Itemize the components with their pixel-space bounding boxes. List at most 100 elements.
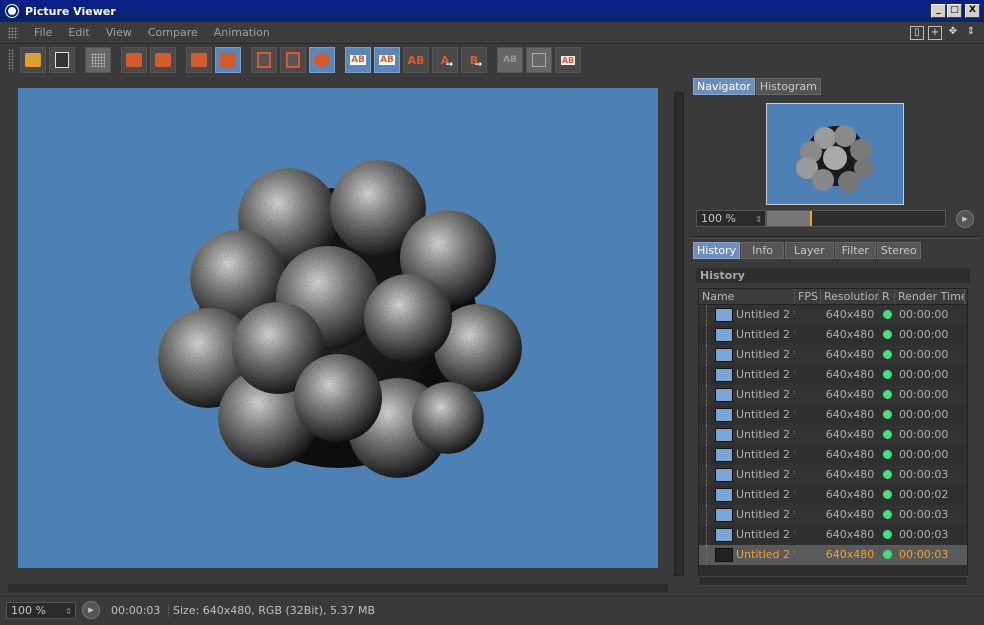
history-row[interactable]: Untitled 2 * 640x480 00:00:00 [699, 345, 967, 365]
navigator-preview[interactable] [766, 103, 904, 205]
navigator-zoom-slider[interactable] [766, 210, 946, 227]
toolbar-grip-icon[interactable] [8, 49, 14, 71]
spinner-icon[interactable]: ⇕ [65, 604, 72, 619]
save-button[interactable] [49, 47, 75, 73]
history-section-header[interactable]: History [696, 268, 970, 283]
history-row-render-time: 00:00:03 [899, 468, 949, 481]
tab-layer[interactable]: Layer [784, 242, 834, 259]
navigator-zoom-input[interactable]: 100 % ⇕ [696, 210, 766, 227]
history-row[interactable]: Untitled 2 * 640x480 00:00:00 [699, 365, 967, 385]
column-r[interactable]: R [879, 289, 895, 304]
region-render-button[interactable] [251, 47, 277, 73]
interactive-render-button[interactable] [309, 47, 335, 73]
tab-navigator[interactable]: Navigator [693, 78, 755, 95]
ab-split-button[interactable]: AB [497, 47, 523, 73]
history-row-name: Untitled 2 * [699, 445, 795, 465]
set-a-button[interactable]: A → [432, 47, 458, 73]
ab-swap-button[interactable]: AB [403, 47, 429, 73]
filter-button[interactable] [85, 47, 111, 73]
render-thumbnail [715, 328, 733, 342]
panel-divider[interactable] [690, 236, 980, 239]
history-table-header: Name FPS Resolution R Render Time [699, 289, 967, 305]
ab-compare-button[interactable]: AB [345, 47, 371, 73]
history-row-status [879, 505, 895, 525]
viewer-horizontal-scrollbar[interactable] [8, 584, 668, 592]
column-render-time[interactable]: Render Time [895, 289, 965, 304]
menu-edit[interactable]: Edit [60, 26, 97, 39]
history-row-fps [795, 425, 821, 445]
set-b-button[interactable]: B → [461, 47, 487, 73]
history-row[interactable]: Untitled 2 * 640x480 00:00:02 [699, 485, 967, 505]
history-row[interactable]: Untitled 2 * 640x480 00:00:00 [699, 305, 967, 325]
view-region-button[interactable] [280, 47, 306, 73]
zoom-slider-handle[interactable] [809, 211, 812, 226]
history-row-fps [795, 525, 821, 545]
panel-layout-icon[interactable]: ▯ [910, 26, 924, 40]
history-row-name: Untitled 2 * [699, 325, 795, 345]
resize-panel-icon[interactable]: ⇕ [964, 26, 978, 40]
history-row[interactable]: Untitled 2 * 640x480 00:00:03 [699, 465, 967, 485]
tab-stereo[interactable]: Stereo [876, 242, 921, 259]
ab-grid-button[interactable] [526, 47, 552, 73]
history-row[interactable]: Untitled 2 * 640x480 00:00:00 [699, 425, 967, 445]
history-row[interactable]: Untitled 2 * 640x480 00:00:00 [699, 445, 967, 465]
history-row[interactable]: Untitled 2 * 640x480 00:00:03 [699, 505, 967, 525]
clear-button[interactable] [215, 47, 241, 73]
tab-info[interactable]: Info [741, 242, 784, 259]
image-viewport[interactable] [4, 76, 686, 592]
history-row-status [879, 545, 895, 565]
new-panel-icon[interactable]: + [928, 26, 942, 40]
history-table[interactable]: Name FPS Resolution R Render Time Untitl… [698, 288, 968, 578]
column-fps[interactable]: FPS [795, 289, 821, 304]
navigator-play-button[interactable]: ▶ [956, 210, 974, 228]
tree-connector [706, 385, 707, 405]
tab-filter[interactable]: Filter [834, 242, 876, 259]
history-row-resolution: 640x480 [825, 548, 875, 561]
menu-file[interactable]: File [26, 26, 60, 39]
tab-history[interactable]: History [693, 242, 741, 259]
history-row[interactable]: Untitled 2 * 640x480 00:00:00 [699, 385, 967, 405]
history-row[interactable]: Untitled 2 * 640x480 00:00:03 [699, 525, 967, 545]
ab-text-button[interactable]: AB [555, 47, 581, 73]
history-row[interactable]: Untitled 2 * 640x480 00:00:00 [699, 405, 967, 425]
render-canvas[interactable] [18, 88, 658, 568]
pixel-grid-button[interactable] [121, 47, 147, 73]
menu-animation[interactable]: Animation [206, 26, 278, 39]
history-row-label: Untitled 2 * [736, 488, 795, 501]
ab-view-button[interactable]: AB [374, 47, 400, 73]
history-horizontal-scrollbar[interactable] [698, 576, 968, 586]
menu-grip-icon[interactable] [8, 26, 18, 39]
spinner-icon[interactable]: ⇕ [755, 212, 762, 227]
play-button[interactable]: ▶ [82, 601, 100, 619]
maximize-button[interactable]: □ [947, 4, 962, 18]
column-name[interactable]: Name [699, 289, 795, 304]
history-row-render-time: 00:00:00 [899, 368, 949, 381]
viewer-vertical-scrollbar[interactable] [674, 92, 684, 576]
history-row-resolution: 640x480 [825, 528, 875, 541]
close-button[interactable]: X [965, 4, 980, 18]
history-row-render-time: 00:00:00 [899, 308, 949, 321]
history-row-status [879, 425, 895, 445]
history-row-status [879, 465, 895, 485]
minimize-button[interactable]: _ [931, 4, 946, 18]
history-row[interactable]: Untitled 2 * 640x480 00:00:03 [699, 545, 967, 565]
history-row[interactable]: Untitled 2 * 640x480 00:00:00 [699, 325, 967, 345]
tab-histogram[interactable]: Histogram [755, 78, 821, 95]
menu-view[interactable]: View [98, 26, 140, 39]
history-row-name: Untitled 2 * [699, 405, 795, 425]
render-thumbnail [715, 548, 733, 562]
history-row-name: Untitled 2 * [699, 345, 795, 365]
profile-button[interactable] [150, 47, 176, 73]
render-time-label: 00:00:03 [111, 604, 161, 617]
history-row-render-time: 00:00:00 [899, 328, 949, 341]
menu-compare[interactable]: Compare [140, 26, 206, 39]
open-button[interactable] [20, 47, 46, 73]
column-resolution[interactable]: Resolution [821, 289, 879, 304]
zoom-input[interactable]: 100 % ⇕ [6, 602, 76, 619]
history-row-label: Untitled 2 * [736, 388, 795, 401]
delete-button[interactable] [186, 47, 212, 73]
move-panel-icon[interactable]: ✥ [946, 26, 960, 40]
zoom-value: 100 % [11, 604, 46, 617]
render-thumbnail [715, 408, 733, 422]
render-thumbnail [715, 508, 733, 522]
